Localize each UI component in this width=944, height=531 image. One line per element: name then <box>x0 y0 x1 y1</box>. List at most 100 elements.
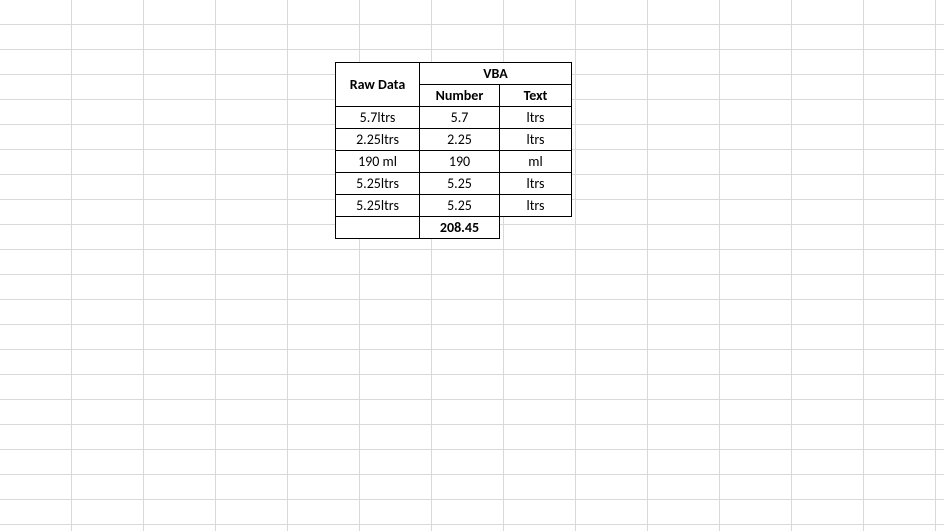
grid-cell[interactable] <box>144 25 216 50</box>
grid-cell[interactable] <box>72 175 144 200</box>
grid-cell[interactable] <box>216 25 288 50</box>
grid-cell[interactable] <box>864 300 936 325</box>
text-header[interactable]: Text <box>500 85 572 107</box>
grid-cell[interactable] <box>216 125 288 150</box>
grid-cell[interactable] <box>432 475 504 500</box>
num-cell[interactable]: 2.25 <box>420 129 500 151</box>
grid-cell[interactable] <box>216 325 288 350</box>
grid-cell[interactable] <box>144 475 216 500</box>
grid-cell[interactable] <box>792 375 864 400</box>
grid-cell[interactable] <box>504 375 576 400</box>
grid-cell[interactable] <box>432 0 504 25</box>
grid-cell[interactable] <box>720 375 792 400</box>
grid-cell[interactable] <box>576 500 648 525</box>
grid-cell[interactable] <box>72 250 144 275</box>
grid-cell[interactable] <box>432 275 504 300</box>
grid-cell[interactable] <box>504 300 576 325</box>
grid-cell[interactable] <box>288 475 360 500</box>
grid-cell[interactable] <box>936 125 944 150</box>
grid-cell[interactable] <box>936 275 944 300</box>
grid-cell[interactable] <box>0 525 72 531</box>
grid-cell[interactable] <box>936 50 944 75</box>
grid-cell[interactable] <box>720 175 792 200</box>
grid-cell[interactable] <box>0 100 72 125</box>
grid-cell[interactable] <box>72 150 144 175</box>
grid-cell[interactable] <box>864 125 936 150</box>
raw-cell[interactable]: 190 ml <box>336 151 420 173</box>
grid-cell[interactable] <box>216 350 288 375</box>
txt-cell[interactable]: ltrs <box>500 107 572 129</box>
grid-cell[interactable] <box>216 75 288 100</box>
grid-cell[interactable] <box>72 400 144 425</box>
raw-data-header[interactable]: Raw Data <box>336 63 420 107</box>
grid-cell[interactable] <box>936 475 944 500</box>
grid-cell[interactable] <box>864 375 936 400</box>
grid-cell[interactable] <box>720 50 792 75</box>
grid-cell[interactable] <box>360 325 432 350</box>
grid-cell[interactable] <box>216 450 288 475</box>
grid-cell[interactable] <box>216 525 288 531</box>
grid-cell[interactable] <box>216 300 288 325</box>
grid-cell[interactable] <box>720 100 792 125</box>
grid-cell[interactable] <box>288 450 360 475</box>
grid-cell[interactable] <box>576 175 648 200</box>
grid-cell[interactable] <box>360 350 432 375</box>
grid-cell[interactable] <box>144 500 216 525</box>
grid-cell[interactable] <box>936 425 944 450</box>
grid-cell[interactable] <box>648 425 720 450</box>
grid-cell[interactable] <box>720 450 792 475</box>
grid-cell[interactable] <box>0 475 72 500</box>
grid-cell[interactable] <box>504 425 576 450</box>
grid-cell[interactable] <box>72 25 144 50</box>
num-cell[interactable]: 5.25 <box>420 195 500 217</box>
grid-cell[interactable] <box>792 275 864 300</box>
grid-cell[interactable] <box>576 125 648 150</box>
grid-cell[interactable] <box>864 225 936 250</box>
num-cell[interactable]: 190 <box>420 151 500 173</box>
grid-cell[interactable] <box>648 500 720 525</box>
grid-cell[interactable] <box>936 175 944 200</box>
grid-cell[interactable] <box>360 400 432 425</box>
grid-cell[interactable] <box>936 200 944 225</box>
raw-cell[interactable]: 5.7ltrs <box>336 107 420 129</box>
grid-cell[interactable] <box>0 75 72 100</box>
grid-cell[interactable] <box>936 250 944 275</box>
grid-cell[interactable] <box>648 225 720 250</box>
grid-cell[interactable] <box>288 25 360 50</box>
grid-cell[interactable] <box>720 475 792 500</box>
grid-cell[interactable] <box>0 425 72 450</box>
grid-cell[interactable] <box>720 200 792 225</box>
grid-cell[interactable] <box>576 400 648 425</box>
grid-cell[interactable] <box>72 0 144 25</box>
grid-cell[interactable] <box>72 125 144 150</box>
grid-cell[interactable] <box>0 325 72 350</box>
grid-cell[interactable] <box>576 475 648 500</box>
grid-cell[interactable] <box>576 75 648 100</box>
grid-cell[interactable] <box>144 75 216 100</box>
grid-cell[interactable] <box>648 375 720 400</box>
grid-cell[interactable] <box>0 350 72 375</box>
grid-cell[interactable] <box>0 300 72 325</box>
grid-cell[interactable] <box>864 75 936 100</box>
grid-cell[interactable] <box>792 250 864 275</box>
grid-cell[interactable] <box>72 425 144 450</box>
grid-cell[interactable] <box>144 325 216 350</box>
grid-cell[interactable] <box>936 150 944 175</box>
grid-cell[interactable] <box>720 400 792 425</box>
txt-cell[interactable]: ltrs <box>500 129 572 151</box>
grid-cell[interactable] <box>288 250 360 275</box>
grid-cell[interactable] <box>576 200 648 225</box>
grid-cell[interactable] <box>504 400 576 425</box>
grid-cell[interactable] <box>360 475 432 500</box>
raw-cell[interactable]: 2.25ltrs <box>336 129 420 151</box>
grid-cell[interactable] <box>720 25 792 50</box>
grid-cell[interactable] <box>576 150 648 175</box>
grid-cell[interactable] <box>648 175 720 200</box>
grid-cell[interactable] <box>576 525 648 531</box>
grid-cell[interactable] <box>360 250 432 275</box>
grid-cell[interactable] <box>648 125 720 150</box>
number-header[interactable]: Number <box>420 85 500 107</box>
grid-cell[interactable] <box>360 525 432 531</box>
grid-cell[interactable] <box>864 150 936 175</box>
grid-cell[interactable] <box>0 125 72 150</box>
